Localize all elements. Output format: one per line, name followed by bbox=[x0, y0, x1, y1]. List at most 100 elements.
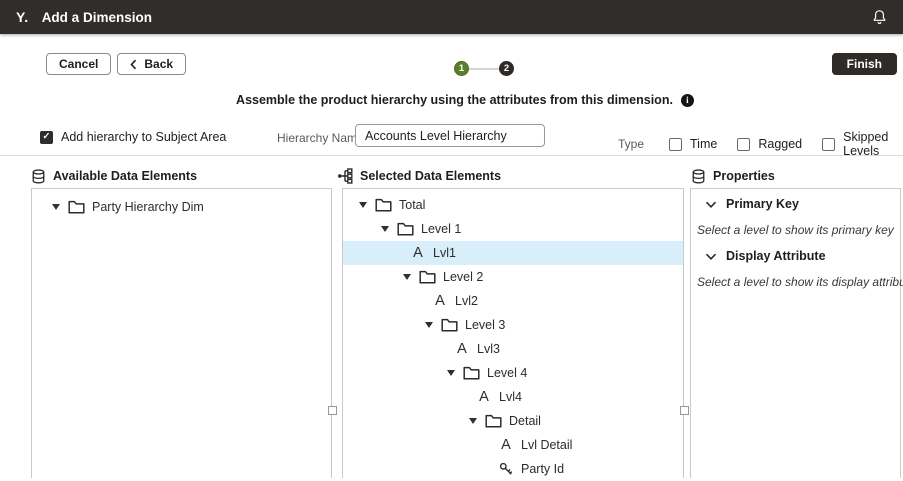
display-attribute-section-header[interactable]: Display Attribute bbox=[691, 247, 900, 265]
tree-item-lvl3[interactable]: Lvl3 bbox=[343, 337, 683, 361]
tree-item-party-hierarchy-dim[interactable]: Party Hierarchy Dim bbox=[32, 195, 331, 219]
caret-down-icon[interactable] bbox=[381, 226, 389, 232]
primary-key-hint: Select a level to show its primary key bbox=[691, 223, 900, 238]
tree-item-label: Total bbox=[399, 198, 425, 212]
folder-icon bbox=[68, 200, 85, 214]
tree-item-label: Level 2 bbox=[443, 270, 483, 284]
type-skipped-levels-group: Skipped Levels bbox=[822, 130, 903, 158]
add-hierarchy-checkbox[interactable] bbox=[40, 131, 53, 144]
properties-title: Properties bbox=[713, 169, 775, 183]
primary-key-section-header[interactable]: Primary Key bbox=[691, 195, 900, 213]
display-attribute-section-title: Display Attribute bbox=[726, 249, 826, 263]
tree-item-label: Level 1 bbox=[421, 222, 461, 236]
section-divider bbox=[0, 155, 903, 156]
attribute-icon bbox=[433, 294, 447, 309]
folder-icon bbox=[375, 198, 392, 212]
cancel-button-label: Cancel bbox=[59, 57, 98, 71]
caret-down-icon[interactable] bbox=[447, 370, 455, 376]
folder-icon bbox=[419, 270, 436, 284]
tree-item-level-1[interactable]: Level 1 bbox=[343, 217, 683, 241]
chevron-down-icon bbox=[705, 199, 717, 210]
tree-item-label: Lvl3 bbox=[477, 342, 500, 356]
hierarchy-icon bbox=[337, 168, 353, 184]
type-ragged-group: Ragged bbox=[737, 137, 802, 151]
folder-icon bbox=[397, 222, 414, 236]
add-hierarchy-checkbox-group: Add hierarchy to Subject Area bbox=[40, 130, 226, 144]
time-checkbox[interactable] bbox=[669, 138, 682, 151]
tree-item-label: Detail bbox=[509, 414, 541, 428]
wizard-nav-buttons: Cancel Back bbox=[46, 53, 186, 75]
skipped-levels-checkbox[interactable] bbox=[822, 138, 835, 151]
step-2-indicator[interactable]: 2 bbox=[499, 61, 514, 76]
properties-panel: Primary Key Select a level to show its p… bbox=[690, 188, 901, 478]
hierarchy-name-input[interactable] bbox=[355, 124, 545, 147]
tree-item-lvl4[interactable]: Lvl4 bbox=[343, 385, 683, 409]
caret-down-icon[interactable] bbox=[403, 274, 411, 280]
tree-item-label: Level 4 bbox=[487, 366, 527, 380]
tree-item-total[interactable]: Total bbox=[343, 193, 683, 217]
tree-item-party-id[interactable]: Party Id bbox=[343, 457, 683, 481]
display-attribute-hint: Select a level to show its display attri… bbox=[691, 275, 900, 290]
ragged-label: Ragged bbox=[758, 137, 802, 151]
panel-splitter-handle[interactable] bbox=[328, 406, 337, 415]
wizard-stepper: 1 2 bbox=[454, 61, 514, 76]
time-label: Time bbox=[690, 137, 717, 151]
tree-item-lvl2[interactable]: Lvl2 bbox=[343, 289, 683, 313]
database-icon bbox=[31, 169, 46, 184]
step-1-indicator[interactable]: 1 bbox=[454, 61, 469, 76]
tree-item-level-3[interactable]: Level 3 bbox=[343, 313, 683, 337]
folder-icon bbox=[441, 318, 458, 332]
info-icon[interactable] bbox=[681, 94, 694, 107]
tree-item-lvl1-selected[interactable]: Lvl1 bbox=[343, 241, 683, 265]
cancel-button[interactable]: Cancel bbox=[46, 53, 111, 75]
hierarchy-name-label: Hierarchy Name bbox=[277, 131, 364, 145]
attribute-icon bbox=[499, 438, 513, 453]
back-button[interactable]: Back bbox=[117, 53, 186, 75]
selected-data-elements-panel: Total Level 1 Lvl1 Level 2 Lvl2 Level 3 … bbox=[342, 188, 684, 478]
back-button-label: Back bbox=[144, 57, 173, 71]
attribute-icon bbox=[455, 342, 469, 357]
selected-data-elements-header: Selected Data Elements bbox=[337, 167, 501, 185]
chevron-left-icon bbox=[130, 59, 137, 70]
tree-item-detail[interactable]: Detail bbox=[343, 409, 683, 433]
available-data-elements-header: Available Data Elements bbox=[31, 167, 197, 185]
properties-header: Properties bbox=[691, 167, 775, 185]
tree-item-label: Lvl1 bbox=[433, 246, 456, 260]
primary-key-section-title: Primary Key bbox=[726, 197, 799, 211]
panel-splitter-handle[interactable] bbox=[680, 406, 689, 415]
folder-icon bbox=[463, 366, 480, 380]
tree-item-label: Lvl4 bbox=[499, 390, 522, 404]
caret-down-icon[interactable] bbox=[52, 204, 60, 210]
caret-down-icon[interactable] bbox=[425, 322, 433, 328]
chevron-down-icon bbox=[705, 251, 717, 262]
finish-button[interactable]: Finish bbox=[832, 53, 897, 75]
available-data-elements-panel: Party Hierarchy Dim bbox=[31, 188, 332, 478]
skipped-levels-label: Skipped Levels bbox=[843, 130, 903, 158]
type-time-group: Time bbox=[669, 137, 717, 151]
tree-item-label: Party Id bbox=[521, 462, 564, 476]
tree-item-lvl-detail[interactable]: Lvl Detail bbox=[343, 433, 683, 457]
selected-data-elements-title: Selected Data Elements bbox=[360, 169, 501, 183]
ragged-checkbox[interactable] bbox=[737, 138, 750, 151]
attribute-icon bbox=[477, 390, 491, 405]
notifications-bell-icon[interactable] bbox=[872, 9, 887, 25]
tree-item-level-2[interactable]: Level 2 bbox=[343, 265, 683, 289]
caret-down-icon[interactable] bbox=[359, 202, 367, 208]
wizard-instruction-text: Assemble the product hierarchy using the… bbox=[236, 93, 673, 107]
add-hierarchy-label: Add hierarchy to Subject Area bbox=[61, 130, 226, 144]
type-label: Type bbox=[618, 137, 644, 151]
folder-icon bbox=[485, 414, 502, 428]
tree-item-label: Party Hierarchy Dim bbox=[92, 200, 204, 214]
app-header: Y. Add a Dimension bbox=[0, 0, 903, 34]
type-options-group: Type Time Ragged Skipped Levels bbox=[618, 130, 903, 158]
stepper-connector bbox=[469, 68, 499, 70]
tree-item-label: Lvl2 bbox=[455, 294, 478, 308]
available-data-elements-title: Available Data Elements bbox=[53, 169, 197, 183]
tree-item-label: Level 3 bbox=[465, 318, 505, 332]
wizard-instruction: Assemble the product hierarchy using the… bbox=[0, 93, 903, 107]
tree-item-level-4[interactable]: Level 4 bbox=[343, 361, 683, 385]
key-icon bbox=[499, 462, 513, 476]
attribute-icon bbox=[411, 246, 425, 261]
caret-down-icon[interactable] bbox=[469, 418, 477, 424]
tree-item-label: Lvl Detail bbox=[521, 438, 572, 452]
